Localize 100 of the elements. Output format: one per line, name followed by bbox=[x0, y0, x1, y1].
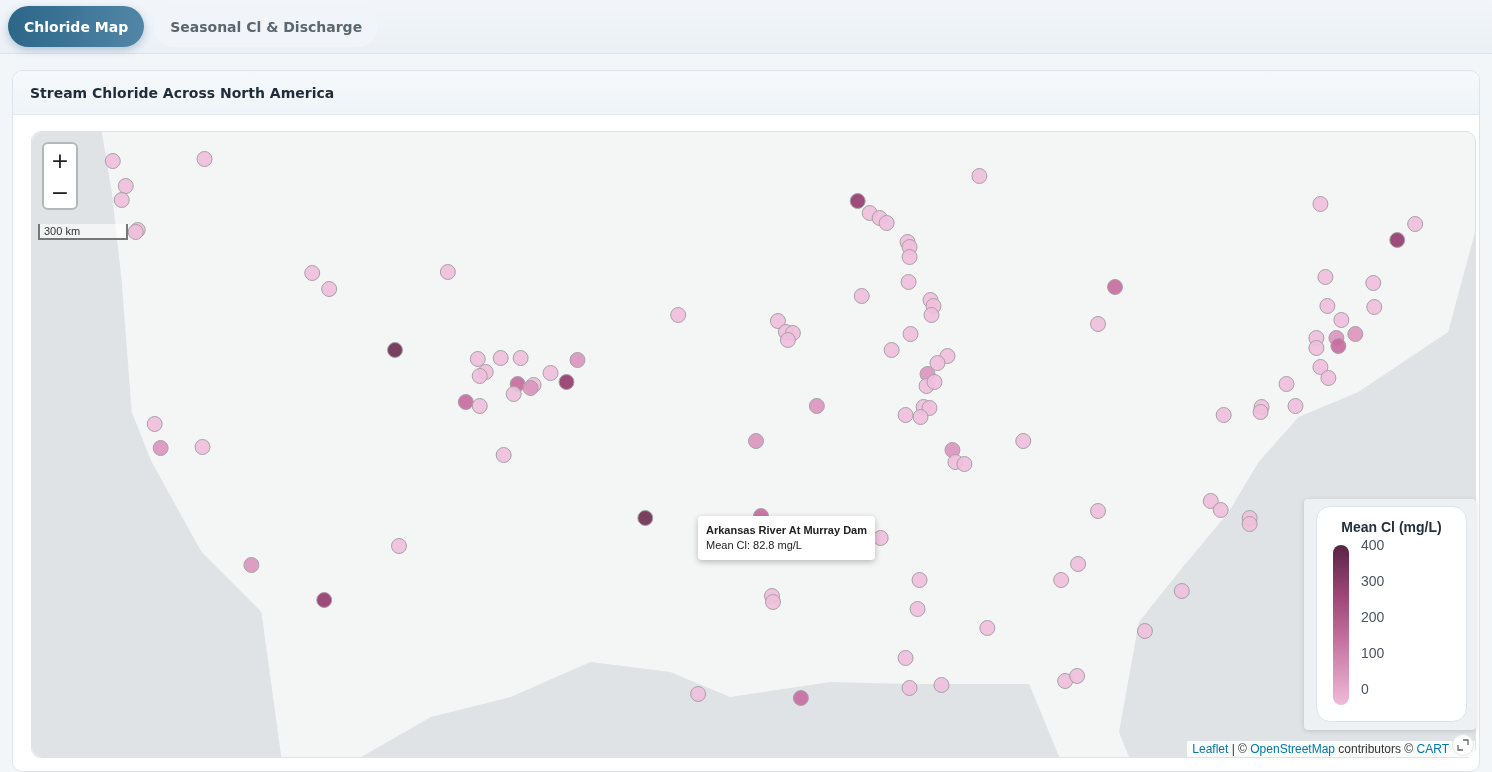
map-marker[interactable] bbox=[909, 601, 926, 617]
map-marker[interactable] bbox=[900, 274, 917, 290]
map-marker[interactable] bbox=[1173, 583, 1190, 599]
map-marker[interactable] bbox=[1212, 502, 1229, 518]
map-marker[interactable] bbox=[457, 394, 474, 410]
map-marker[interactable] bbox=[522, 380, 539, 396]
tab[interactable]: Chloride Map bbox=[8, 6, 145, 47]
legend-tick: 400 bbox=[1361, 537, 1385, 553]
map-marker[interactable] bbox=[911, 572, 928, 588]
attribution-link[interactable]: OpenStreetMap bbox=[1250, 742, 1335, 756]
map-marker[interactable] bbox=[1365, 275, 1382, 291]
map-marker[interactable] bbox=[1070, 556, 1087, 572]
map-marker[interactable] bbox=[1252, 404, 1269, 420]
map-marker[interactable] bbox=[901, 680, 918, 696]
map-marker[interactable] bbox=[1202, 493, 1219, 509]
map-marker[interactable] bbox=[956, 456, 973, 472]
map-marker[interactable] bbox=[1069, 668, 1086, 684]
map-marker[interactable] bbox=[1366, 299, 1383, 315]
map-marker[interactable] bbox=[1215, 407, 1232, 423]
attribution-link[interactable]: CART bbox=[1416, 742, 1449, 756]
map-marker[interactable] bbox=[792, 690, 809, 706]
map-marker[interactable] bbox=[1312, 196, 1329, 212]
map-marker[interactable] bbox=[194, 439, 211, 455]
map-marker[interactable] bbox=[1407, 216, 1424, 232]
map-marker[interactable] bbox=[769, 313, 786, 329]
map-marker[interactable] bbox=[196, 151, 213, 167]
map-marker[interactable] bbox=[542, 365, 559, 381]
map-marker[interactable] bbox=[926, 374, 943, 390]
map-marker[interactable] bbox=[764, 594, 781, 610]
map-marker[interactable] bbox=[558, 374, 575, 390]
map-marker[interactable] bbox=[439, 264, 456, 280]
map-marker[interactable] bbox=[152, 440, 169, 456]
attribution-link[interactable]: Leaflet bbox=[1192, 742, 1229, 756]
map-marker[interactable] bbox=[748, 433, 764, 449]
map-marker[interactable] bbox=[492, 350, 509, 366]
map-marker[interactable] bbox=[670, 307, 687, 323]
map-marker[interactable] bbox=[304, 265, 321, 281]
map-marker[interactable] bbox=[1312, 359, 1329, 375]
map-marker[interactable] bbox=[469, 351, 486, 367]
map-marker[interactable] bbox=[1389, 232, 1406, 248]
map-marker[interactable] bbox=[878, 215, 895, 231]
map-marker[interactable] bbox=[921, 400, 938, 416]
map-marker[interactable] bbox=[316, 592, 333, 608]
map-marker[interactable] bbox=[1320, 370, 1337, 386]
map[interactable]: + − 300 km Arkansas River At Murray Dam Mean Cl: 82.8 mg/L Mean Cl (mg/L) 400 300 200 100 0 Leaflet | © OpenStreetMap contributors © CART bbox=[31, 131, 1476, 758]
legend-tick: 300 bbox=[1361, 573, 1385, 589]
map-marker[interactable] bbox=[243, 557, 260, 573]
map-marker[interactable] bbox=[1090, 316, 1106, 332]
map-marker[interactable] bbox=[1317, 269, 1334, 285]
map-marker[interactable] bbox=[1053, 572, 1070, 588]
map-marker[interactable] bbox=[505, 386, 522, 402]
map-marker[interactable] bbox=[1090, 503, 1106, 519]
map-marker[interactable] bbox=[512, 350, 529, 366]
map-marker[interactable] bbox=[872, 530, 889, 546]
map-marker[interactable] bbox=[495, 447, 512, 463]
map-marker[interactable] bbox=[1333, 312, 1350, 328]
map-marker[interactable] bbox=[779, 332, 796, 348]
map-marker[interactable] bbox=[1287, 398, 1304, 414]
map-marker[interactable] bbox=[808, 398, 825, 414]
map-marker[interactable] bbox=[471, 368, 488, 384]
map-marker[interactable] bbox=[853, 288, 870, 304]
map-marker[interactable] bbox=[690, 686, 707, 702]
map-marker[interactable] bbox=[933, 677, 950, 693]
map-marker[interactable] bbox=[1347, 326, 1364, 342]
map-marker[interactable] bbox=[849, 193, 866, 209]
map-marker[interactable] bbox=[1241, 516, 1258, 532]
map-marker[interactable] bbox=[901, 249, 918, 265]
map-marker[interactable] bbox=[1308, 340, 1325, 356]
map-marker[interactable] bbox=[883, 342, 900, 358]
map-marker[interactable] bbox=[113, 192, 130, 208]
map-marker[interactable] bbox=[569, 352, 586, 368]
map-marker[interactable] bbox=[1057, 673, 1074, 689]
legend-title: Mean Cl (mg/L) bbox=[1341, 519, 1442, 535]
map-marker[interactable] bbox=[321, 281, 338, 297]
map-marker[interactable] bbox=[923, 307, 940, 323]
map-marker[interactable] bbox=[1015, 433, 1032, 449]
map-marker[interactable] bbox=[127, 224, 144, 240]
map-marker[interactable] bbox=[471, 398, 488, 414]
map-marker[interactable] bbox=[897, 650, 914, 666]
map-marker[interactable] bbox=[1330, 338, 1347, 354]
attribution: Leaflet | © OpenStreetMap contributors © CART bbox=[1187, 741, 1475, 757]
map-marker[interactable] bbox=[637, 510, 654, 526]
map-marker[interactable] bbox=[979, 620, 996, 636]
map-marker[interactable] bbox=[897, 407, 914, 423]
map-marker[interactable] bbox=[902, 326, 919, 342]
map-marker[interactable] bbox=[391, 538, 407, 554]
map-marker[interactable] bbox=[1319, 298, 1336, 314]
map-marker[interactable] bbox=[1278, 376, 1295, 392]
map-marker[interactable] bbox=[1136, 623, 1153, 639]
legend-tick: 0 bbox=[1361, 681, 1370, 697]
map-marker[interactable] bbox=[117, 178, 134, 194]
map-marker[interactable] bbox=[912, 409, 929, 425]
map-marker[interactable] bbox=[104, 153, 121, 169]
map-marker[interactable] bbox=[387, 342, 403, 358]
map-marker[interactable] bbox=[929, 355, 946, 371]
map-marker[interactable] bbox=[146, 416, 163, 432]
map-marker[interactable] bbox=[971, 168, 988, 184]
map-marker[interactable] bbox=[1107, 279, 1123, 295]
scale-bar: 300 km bbox=[38, 224, 128, 240]
legend-tick: 200 bbox=[1361, 609, 1385, 625]
